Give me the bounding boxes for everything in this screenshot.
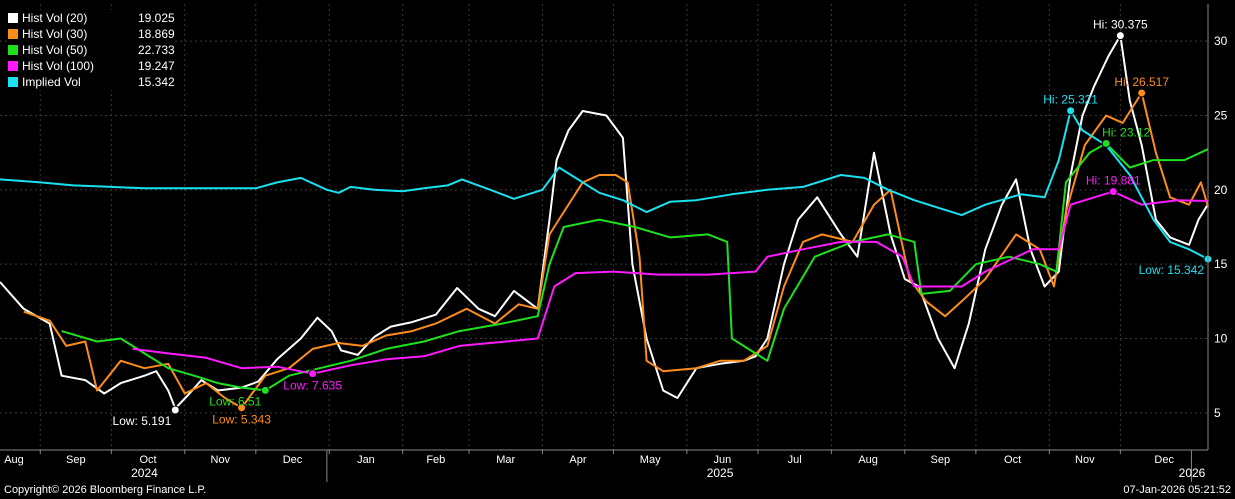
year-label: 2024 xyxy=(131,466,158,480)
x-tick-label: Oct xyxy=(1004,454,1021,466)
series-line xyxy=(0,34,1209,410)
extreme-label: Hi: 23.12 xyxy=(1102,125,1150,139)
x-tick-label: Mar xyxy=(496,454,515,466)
y-tick-label: 15 xyxy=(1214,257,1228,271)
legend-value: 18.869 xyxy=(138,27,175,41)
legend-label: Hist Vol (20) xyxy=(22,11,88,25)
legend-value: 22.733 xyxy=(138,43,175,57)
legend-swatch xyxy=(8,29,18,39)
x-tick-label: Nov xyxy=(211,454,231,466)
y-tick-label: 5 xyxy=(1214,406,1221,420)
extreme-marker xyxy=(308,369,318,379)
legend-item-implied-vol: Implied Vol 15.342 xyxy=(8,74,175,90)
copyright-text: Copyright© 2026 Bloomberg Finance L.P. xyxy=(4,484,207,496)
legend-item-hv50: Hist Vol (50) 22.733 xyxy=(8,42,175,58)
x-tick-label: Feb xyxy=(426,454,445,466)
y-tick-label: 30 xyxy=(1214,34,1228,48)
x-tick-label: Oct xyxy=(139,454,156,466)
legend-swatch xyxy=(8,61,18,71)
x-tick-label: Dec xyxy=(1154,454,1174,466)
chart-legend: Hist Vol (20) 19.025 Hist Vol (30) 18.86… xyxy=(8,10,175,90)
extreme-marker xyxy=(1108,187,1118,197)
legend-value: 19.025 xyxy=(138,11,175,25)
series-line xyxy=(0,109,1209,260)
year-label: 2025 xyxy=(707,466,734,480)
legend-label: Hist Vol (100) xyxy=(22,59,95,73)
legend-value: 15.342 xyxy=(138,75,175,89)
extreme-label: Hi: 30.375 xyxy=(1093,18,1148,32)
legend-swatch xyxy=(8,77,18,87)
extreme-marker xyxy=(1137,88,1147,98)
legend-item-hv20: Hist Vol (20) 19.025 xyxy=(8,10,175,26)
legend-item-hv100: Hist Vol (100) 19.247 xyxy=(8,58,175,74)
legend-label: Hist Vol (50) xyxy=(22,43,88,57)
x-tick-label: Aug xyxy=(4,454,24,466)
x-tick-label: Jun xyxy=(714,454,732,466)
x-tick-label: Jan xyxy=(357,454,375,466)
y-tick-label: 10 xyxy=(1214,332,1228,346)
y-tick-label: 20 xyxy=(1214,183,1228,197)
extreme-marker xyxy=(1101,138,1111,148)
extreme-marker xyxy=(260,385,270,395)
x-tick-label: Apr xyxy=(569,454,586,466)
extreme-marker xyxy=(1115,31,1125,41)
x-tick-label: Jul xyxy=(788,454,802,466)
extreme-label: Hi: 25.321 xyxy=(1043,93,1098,107)
legend-label: Implied Vol xyxy=(22,75,81,89)
x-tick-label: Dec xyxy=(283,454,303,466)
extreme-marker xyxy=(1066,106,1076,116)
extreme-label: Low: 5.343 xyxy=(212,413,271,427)
legend-swatch xyxy=(8,45,18,55)
extreme-label: Low: 5.191 xyxy=(113,414,172,428)
year-label: 2026 xyxy=(1179,466,1206,480)
extreme-marker xyxy=(170,405,180,415)
legend-swatch xyxy=(8,13,18,23)
series-lines xyxy=(0,34,1209,410)
x-tick-label: Aug xyxy=(858,454,878,466)
extreme-label: Low: 6.51 xyxy=(209,394,261,408)
legend-label: Hist Vol (30) xyxy=(22,27,88,41)
x-tick-label: Sep xyxy=(66,454,86,466)
y-tick-label: 25 xyxy=(1214,109,1228,123)
series-line xyxy=(61,142,1209,392)
volatility-chart: Hi: 30.375 Hi: 26.517 Hi: 25.321 Hi: 23.12 H… xyxy=(0,4,1228,482)
series-line xyxy=(132,190,1209,375)
extreme-label: Low: 7.635 xyxy=(283,379,342,393)
extreme-label: Hi: 26.517 xyxy=(1114,75,1169,89)
extreme-label: Hi: 19.881 xyxy=(1086,174,1141,188)
x-tick-label: Nov xyxy=(1075,454,1095,466)
x-tick-label: Sep xyxy=(931,454,951,466)
extreme-label: Low: 15.342 xyxy=(1139,263,1205,277)
timestamp-text: 07-Jan-2026 05:21:52 xyxy=(1123,484,1231,496)
legend-value: 19.247 xyxy=(138,59,175,73)
legend-item-hv30: Hist Vol (30) 18.869 xyxy=(8,26,175,42)
x-tick-label: May xyxy=(640,454,661,466)
